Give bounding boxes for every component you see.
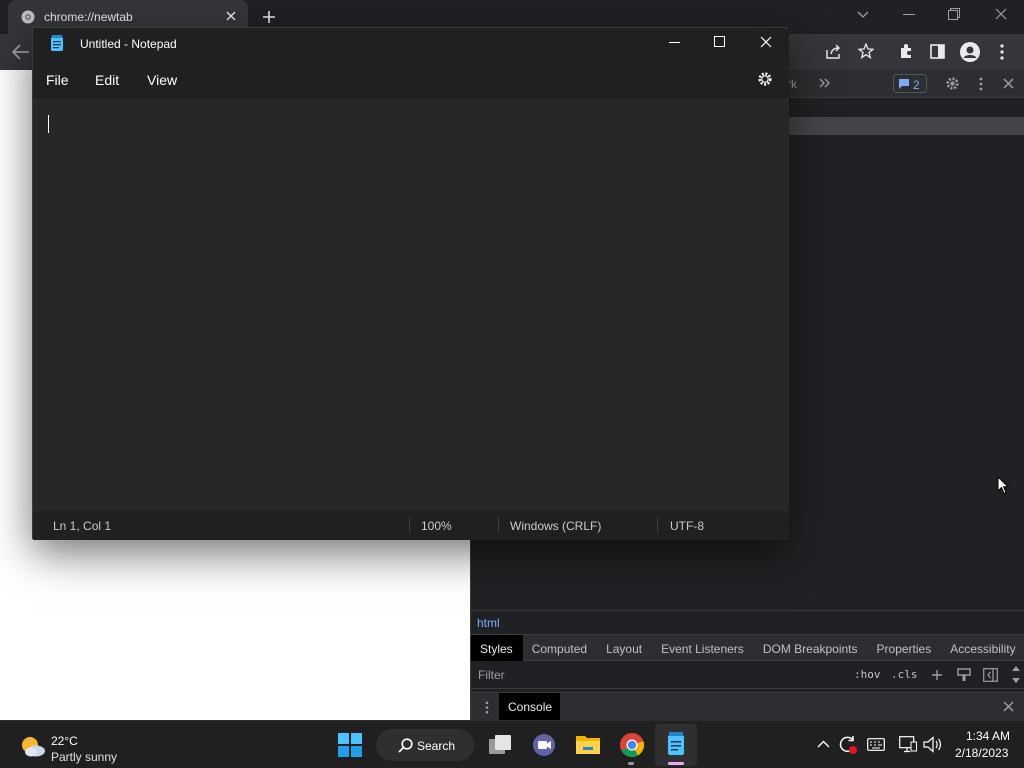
- notepad-app-icon: [50, 35, 64, 52]
- weather-description: Partly sunny: [51, 750, 118, 764]
- hov-toggle[interactable]: :hov: [854, 668, 881, 681]
- back-arrow-icon[interactable]: [12, 44, 30, 60]
- notepad-statusbar: Ln 1, Col 1 100% Windows (CRLF) UTF-8: [33, 511, 789, 540]
- bookmark-star-icon[interactable]: [858, 43, 874, 59]
- side-panel-icon[interactable]: [930, 44, 945, 59]
- breadcrumb-item-html[interactable]: html: [477, 616, 500, 630]
- issues-message-icon: [899, 79, 909, 89]
- new-tab-icon[interactable]: [262, 10, 276, 24]
- taskbar-search-button[interactable]: Search: [376, 729, 474, 761]
- close-window-icon[interactable]: [995, 8, 1007, 20]
- tab-styles[interactable]: Styles: [471, 635, 523, 661]
- share-icon[interactable]: [825, 44, 841, 60]
- tab-computed[interactable]: Computed: [523, 635, 597, 661]
- task-view-icon[interactable]: [488, 734, 512, 756]
- devtools-subtabs: Styles Computed Layout Event Listeners D…: [471, 634, 1024, 661]
- restore-icon[interactable]: [948, 8, 960, 20]
- tab-layout[interactable]: Layout: [597, 635, 652, 661]
- styles-filter-input[interactable]: Filter: [478, 668, 505, 682]
- chrome-favicon-icon: [21, 10, 35, 24]
- toggle-sidebar-icon[interactable]: [983, 668, 998, 682]
- devtools-close-icon[interactable]: [1003, 78, 1014, 89]
- notepad-window: Untitled - Notepad File Edit View Ln 1, …: [32, 27, 789, 540]
- text-caret: [48, 115, 49, 133]
- issues-count: 2: [913, 78, 920, 92]
- notepad-settings-gear-icon[interactable]: [757, 71, 773, 87]
- chrome-menu-icon[interactable]: [1000, 44, 1004, 60]
- partly-sunny-weather-icon: [20, 735, 46, 757]
- notepad-title: Untitled - Notepad: [80, 37, 177, 51]
- menu-edit[interactable]: Edit: [95, 72, 119, 88]
- sync-status-icon[interactable]: [838, 735, 858, 755]
- notepad-active-indicator: [668, 762, 684, 765]
- mouse-pointer-icon: [997, 476, 1009, 495]
- weather-temperature: 22°C: [51, 734, 78, 748]
- styles-filter-bar: Filter :hov .cls: [471, 661, 1024, 689]
- notepad-icon: [667, 732, 685, 756]
- scroll-down-arrow-icon[interactable]: [1012, 678, 1020, 684]
- status-divider: [498, 517, 499, 533]
- chrome-icon[interactable]: [619, 732, 645, 758]
- notepad-maximize-icon[interactable]: [714, 36, 725, 47]
- dom-tree-selected-row[interactable]: [787, 117, 1024, 135]
- status-encoding: UTF-8: [670, 519, 704, 533]
- search-label: Search: [417, 739, 456, 753]
- menu-view[interactable]: View: [147, 72, 177, 88]
- chrome-tab-title: chrome://newtab: [44, 10, 133, 24]
- clock-date[interactable]: 2/18/2023: [955, 746, 1008, 760]
- teams-chat-icon[interactable]: [532, 733, 556, 757]
- search-icon: [398, 738, 413, 753]
- drawer-close-icon[interactable]: [1003, 701, 1014, 712]
- status-divider: [657, 517, 658, 533]
- file-explorer-icon[interactable]: [575, 733, 601, 756]
- volume-icon[interactable]: [923, 736, 942, 753]
- issues-badge[interactable]: 2: [893, 74, 927, 93]
- dom-breadcrumb[interactable]: html: [471, 610, 1024, 634]
- network-display-icon[interactable]: [899, 736, 917, 753]
- notepad-titlebar[interactable]: Untitled - Notepad: [33, 28, 789, 60]
- tab-accessibility[interactable]: Accessibility: [941, 635, 1024, 661]
- status-divider: [409, 517, 410, 533]
- chrome-running-indicator: [628, 762, 634, 765]
- weather-widget[interactable]: 22°C Partly sunny: [8, 725, 128, 765]
- devtools-settings-gear-icon[interactable]: [945, 76, 960, 91]
- notepad-taskbar-button[interactable]: [655, 724, 697, 766]
- notepad-menubar: File Edit View: [33, 60, 789, 98]
- profile-avatar-icon[interactable]: [960, 42, 980, 62]
- more-tabs-chevron-icon[interactable]: [819, 78, 830, 88]
- new-style-rule-plus-icon[interactable]: [931, 669, 943, 681]
- tab-properties[interactable]: Properties: [868, 635, 942, 661]
- status-zoom: 100%: [421, 519, 452, 533]
- notepad-close-icon[interactable]: [760, 36, 772, 48]
- status-line-ending: Windows (CRLF): [510, 519, 602, 533]
- menu-file[interactable]: File: [46, 72, 69, 88]
- windows-taskbar: 22°C Partly sunny Search 1:34 AM 2/18/20…: [0, 720, 1024, 768]
- devtools-menu-icon[interactable]: [979, 77, 983, 91]
- notepad-text-area[interactable]: [33, 98, 789, 511]
- keyboard-icon[interactable]: [867, 738, 885, 751]
- drawer-tab-console[interactable]: Console: [499, 693, 560, 720]
- cls-toggle[interactable]: .cls: [891, 668, 918, 681]
- windows-start-icon[interactable]: [338, 733, 362, 757]
- minimize-icon[interactable]: [903, 14, 915, 16]
- tab-event-listeners[interactable]: Event Listeners: [652, 635, 754, 661]
- clock-time[interactable]: 1:34 AM: [966, 729, 1010, 743]
- scroll-up-arrow-icon[interactable]: [1012, 665, 1020, 671]
- status-cursor-position: Ln 1, Col 1: [53, 519, 112, 533]
- show-hidden-icons-chevron-icon[interactable]: [817, 740, 830, 748]
- close-tab-icon[interactable]: [225, 10, 237, 22]
- extensions-icon[interactable]: [898, 43, 914, 59]
- notepad-minimize-icon[interactable]: [669, 42, 680, 44]
- tab-dom-breakpoints[interactable]: DOM Breakpoints: [754, 635, 868, 661]
- devtools-drawer: Console: [471, 692, 1024, 720]
- chevron-down-icon[interactable]: [857, 11, 869, 19]
- drawer-tab-console-label: Console: [508, 700, 553, 714]
- drawer-menu-icon[interactable]: [485, 701, 489, 714]
- paint-brush-icon[interactable]: [957, 668, 971, 682]
